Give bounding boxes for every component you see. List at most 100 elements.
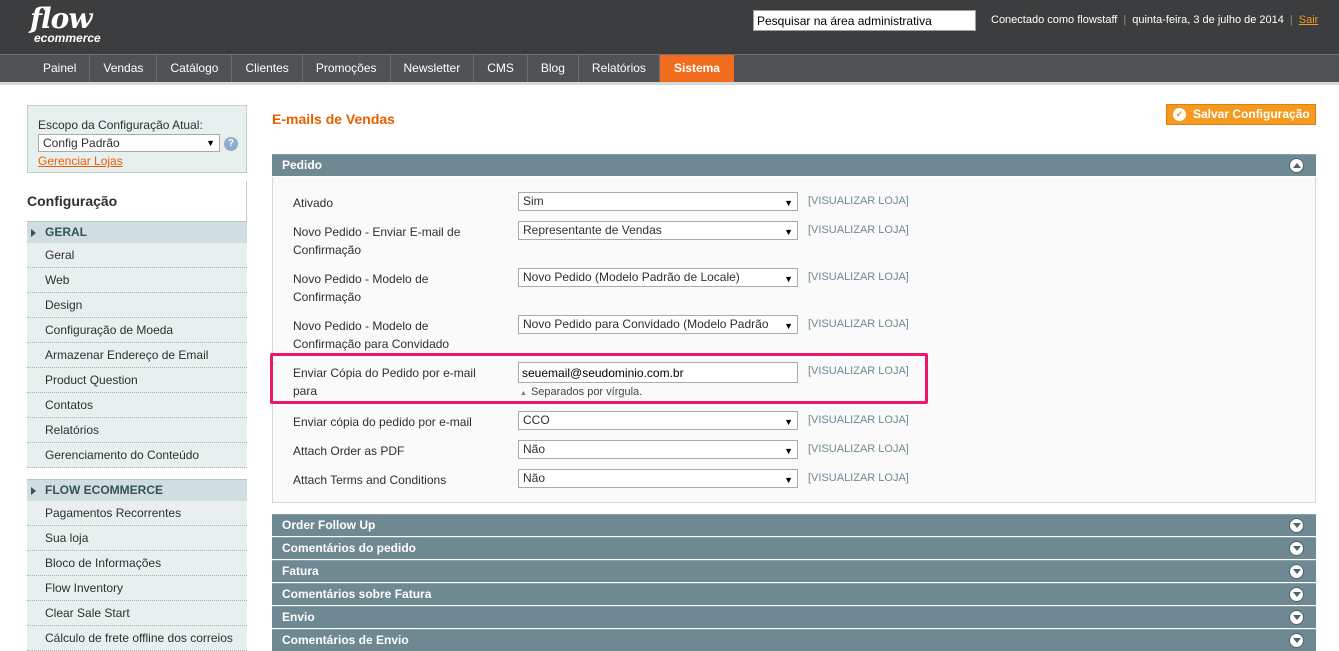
section-pedido-title: Pedido xyxy=(282,158,323,172)
attach-pdf-select[interactable]: Não ▼ xyxy=(518,440,798,459)
sidebar-item-flow-inventory[interactable]: Flow Inventory xyxy=(27,576,247,601)
sidebar-item-product-question[interactable]: Product Question xyxy=(27,368,247,393)
guest-template-select[interactable]: Novo Pedido para Convidado (Modelo Padrã… xyxy=(518,315,798,334)
section-order-follow-up[interactable]: Order Follow Up xyxy=(272,514,1316,536)
field-label: Ativado xyxy=(293,196,334,210)
field-label: Novo Pedido - Modelo de Confirmação para… xyxy=(293,319,450,351)
nav-catalogo[interactable]: Catálogo xyxy=(157,55,233,82)
section-title: Envio xyxy=(282,610,315,624)
logo-main: flow xyxy=(30,2,92,35)
nav-relatorios[interactable]: Relatórios xyxy=(579,55,660,82)
sidebar-item-design[interactable]: Design xyxy=(27,293,247,318)
new-order-sender-select[interactable]: Representante de Vendas ▼ xyxy=(518,221,798,240)
new-order-template-select[interactable]: Novo Pedido (Modelo Padrão de Locale) ▼ xyxy=(518,268,798,287)
attach-terms-select[interactable]: Não ▼ xyxy=(518,469,798,488)
scope-tag: [VISUALIZAR LOJA] xyxy=(808,195,909,207)
nav-promocoes[interactable]: Promoções xyxy=(303,55,391,82)
ativado-select[interactable]: Sim ▼ xyxy=(518,192,798,211)
section-title: Comentários sobre Fatura xyxy=(282,587,432,601)
field-label: Novo Pedido - Enviar E-mail de Confirmaç… xyxy=(293,225,461,257)
select-value: CCO xyxy=(523,413,550,427)
select-value: Sim xyxy=(523,194,544,208)
chevron-down-icon: ▼ xyxy=(206,138,215,148)
save-config-label: Salvar Configuração xyxy=(1193,107,1310,121)
chevron-down-icon: ▼ xyxy=(784,417,793,427)
nav-divider xyxy=(0,82,1339,85)
field-label: Enviar cópia do pedido por e-mail xyxy=(293,415,472,429)
scope-label: Escopo da Configuração Atual: xyxy=(38,118,203,132)
field-label: Novo Pedido - Modelo de Confirmação xyxy=(293,272,429,304)
sidebar-item-conteudo[interactable]: Gerenciamento do Conteúdo xyxy=(27,443,247,468)
select-value: Novo Pedido para Convidado (Modelo Padrã… xyxy=(523,317,769,331)
expand-icon[interactable] xyxy=(1289,610,1304,625)
nav-sistema[interactable]: Sistema xyxy=(659,55,734,82)
scope-tag: [VISUALIZAR LOJA] xyxy=(808,318,909,330)
highlight-annotation xyxy=(270,353,928,404)
expand-icon[interactable] xyxy=(1289,564,1304,579)
nav-clientes[interactable]: Clientes xyxy=(232,55,303,82)
sidebar-group-geral[interactable]: GERAL xyxy=(27,221,247,243)
manage-stores-link[interactable]: Gerenciar Lojas xyxy=(38,154,236,168)
sidebar-item-frete-correios[interactable]: Cálculo de frete offline dos correios xyxy=(27,626,247,651)
expand-icon[interactable] xyxy=(1289,633,1304,648)
section-title: Comentários do pedido xyxy=(282,541,417,555)
logout-link[interactable]: Sair xyxy=(1299,14,1319,26)
chevron-down-icon: ▼ xyxy=(784,227,793,237)
nav-newsletter[interactable]: Newsletter xyxy=(391,55,475,82)
flow-ecommerce-logo[interactable]: flow ecommerce xyxy=(30,2,101,45)
section-envio[interactable]: Envio xyxy=(272,606,1316,628)
section-comentarios-fatura[interactable]: Comentários sobre Fatura xyxy=(272,583,1316,605)
sidebar-item-clear-sale[interactable]: Clear Sale Start xyxy=(27,601,247,626)
nav-vendas[interactable]: Vendas xyxy=(90,55,158,82)
section-title: Comentários de Envio xyxy=(282,633,409,647)
page-title: E-mails de Vendas xyxy=(272,111,395,127)
logo-sub: ecommerce xyxy=(34,31,101,45)
section-comentarios-envio[interactable]: Comentários de Envio xyxy=(272,629,1316,651)
nav-blog[interactable]: Blog xyxy=(528,55,579,82)
sidebar-group-flow-ecommerce[interactable]: FLOW ECOMMERCE xyxy=(27,479,247,501)
field-label: Attach Order as PDF xyxy=(293,444,405,458)
scope-select[interactable]: Config Padrão ▼ xyxy=(38,134,220,152)
sidebar-item-geral[interactable]: Geral xyxy=(27,243,247,268)
admin-search-input[interactable] xyxy=(753,10,976,31)
header-user-info: Conectado como flowstaff | quinta-feira, 3… xyxy=(991,14,1319,26)
main-nav: Painel Vendas Catálogo Clientes Promoçõe… xyxy=(0,54,1339,82)
scope-tag: [VISUALIZAR LOJA] xyxy=(808,271,909,283)
admin-header: flow ecommerce Conectado como flowstaff|… xyxy=(0,0,1339,54)
collapse-icon[interactable] xyxy=(1289,158,1304,173)
section-pedido-header[interactable]: Pedido xyxy=(272,154,1316,176)
sidebar-item-sua-loja[interactable]: Sua loja xyxy=(27,526,247,551)
expand-icon[interactable] xyxy=(1289,541,1304,556)
sidebar-item-relatorios[interactable]: Relatórios xyxy=(27,418,247,443)
select-value: Representante de Vendas xyxy=(523,223,662,237)
section-title: Fatura xyxy=(282,564,319,578)
sidebar-item-web[interactable]: Web xyxy=(27,268,247,293)
sidebar-item-bloco-info[interactable]: Bloco de Informações xyxy=(27,551,247,576)
field-label: Attach Terms and Conditions xyxy=(293,473,447,487)
chevron-down-icon: ▼ xyxy=(784,321,793,331)
scope-tag: [VISUALIZAR LOJA] xyxy=(808,224,909,236)
save-config-button[interactable]: ✔ Salvar Configuração xyxy=(1166,104,1316,125)
sidebar-item-moeda[interactable]: Configuração de Moeda xyxy=(27,318,247,343)
expand-icon[interactable] xyxy=(1289,587,1304,602)
current-date: quinta-feira, 3 de julho de 2014 xyxy=(1132,14,1284,26)
scope-tag: [VISUALIZAR LOJA] xyxy=(808,414,909,426)
sidebar-item-email-address[interactable]: Armazenar Endereço de Email xyxy=(27,343,247,368)
section-title: Order Follow Up xyxy=(282,518,376,532)
help-icon[interactable]: ? xyxy=(224,137,238,151)
nav-painel[interactable]: Painel xyxy=(30,55,91,82)
section-comentarios-pedido[interactable]: Comentários do pedido xyxy=(272,537,1316,559)
chevron-down-icon: ▼ xyxy=(784,198,793,208)
config-scope-box: Escopo da Configuração Atual: Config Pad… xyxy=(27,105,247,173)
sidebar-item-pagamentos[interactable]: Pagamentos Recorrentes xyxy=(27,501,247,526)
check-icon: ✔ xyxy=(1173,108,1186,121)
copy-method-select[interactable]: CCO ▼ xyxy=(518,411,798,430)
section-fatura[interactable]: Fatura xyxy=(272,560,1316,582)
chevron-down-icon: ▼ xyxy=(784,274,793,284)
select-value: Não xyxy=(523,442,546,456)
chevron-down-icon: ▼ xyxy=(784,446,793,456)
select-value: Novo Pedido (Modelo Padrão de Locale) xyxy=(523,270,740,284)
nav-cms[interactable]: CMS xyxy=(474,55,528,82)
sidebar-item-contatos[interactable]: Contatos xyxy=(27,393,247,418)
expand-icon[interactable] xyxy=(1289,518,1304,533)
